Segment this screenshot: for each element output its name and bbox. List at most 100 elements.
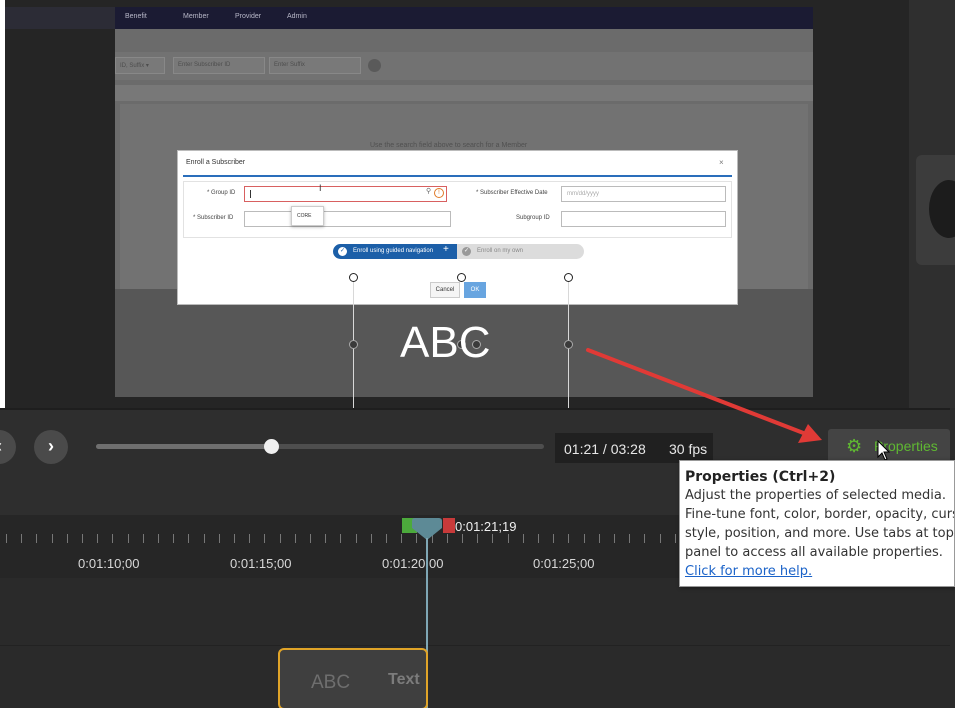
ruler-tick (280, 534, 281, 543)
recorded-subscriber-input: Enter Subscriber ID (173, 57, 265, 74)
ruler-tick (614, 534, 615, 543)
effective-date-label: * Subscriber Effective Date (476, 190, 548, 196)
time-display: 01:21 / 03:28 (555, 433, 665, 463)
ruler-tick (660, 534, 661, 543)
ruler-tick (249, 534, 250, 543)
subscriber-id-input[interactable] (244, 211, 451, 227)
recorded-hint: Use the search field above to search for… (370, 142, 528, 149)
guided-navigation-toggle[interactable]: Enroll using guided navigation (333, 244, 457, 259)
effective-date-input[interactable]: mm/dd/yyyy (561, 186, 726, 202)
ruler-tick (188, 534, 189, 543)
ruler-tick (36, 534, 37, 543)
scrubber-progress (96, 444, 271, 449)
ruler-tick (325, 534, 326, 543)
ruler-tick (234, 534, 235, 543)
group-id-input[interactable] (244, 186, 447, 202)
ruler-tick (128, 534, 129, 543)
dialog-title: Enroll a Subscriber (186, 159, 246, 166)
canvas-text-caption[interactable]: ABC (400, 318, 490, 368)
ruler-tick (584, 534, 585, 543)
mouse-cursor-icon (877, 440, 891, 461)
plus-icon: + (443, 244, 449, 255)
recorded-nav-item: Admin (287, 13, 307, 20)
ruler-tick (52, 534, 53, 543)
dialog-divider (183, 175, 732, 177)
check-icon: ✓ (338, 247, 347, 256)
fps-display: 30 fps (665, 433, 713, 463)
group-dropdown-option[interactable]: CORE (291, 206, 324, 226)
ruler-tick (219, 534, 220, 543)
ruler-tick (264, 534, 265, 543)
enroll-dialog: Enroll a Subscriber × * Group ID I ⚲ ! *… (177, 150, 738, 305)
tooltip-line: Adjust the properties of selected media. (685, 488, 947, 503)
subscriber-id-label: * Subscriber ID (193, 215, 234, 221)
ruler-tick (340, 534, 341, 543)
recorded-filter-select: ID, Suffix ▾ (115, 57, 165, 74)
enroll-own-toggle[interactable]: Enroll on my own (457, 244, 584, 259)
clip-type-label: Text (388, 671, 420, 688)
ibeam-cursor-icon: I (319, 183, 322, 193)
ok-button[interactable]: OK (464, 282, 486, 298)
recorded-go-icon (368, 59, 381, 72)
ruler-tick (644, 534, 645, 543)
resize-handle[interactable] (457, 273, 466, 282)
timecode-label: 0:01:25;00 (533, 556, 595, 571)
group-id-label: * Group ID (207, 190, 236, 196)
ruler-tick (158, 534, 159, 543)
playhead-out-marker[interactable] (443, 518, 455, 533)
ruler-tick (97, 534, 98, 543)
next-icon[interactable]: › (34, 430, 68, 464)
ruler-tick (508, 534, 509, 543)
cancel-button[interactable]: Cancel (430, 282, 460, 298)
timecode-label: 0:01:15;00 (230, 556, 292, 571)
scrubber-thumb[interactable] (263, 439, 279, 454)
ruler-tick (204, 534, 205, 543)
resize-handle[interactable] (349, 273, 358, 282)
recorded-nav-item: Provider (235, 13, 262, 20)
playhead-time: 0:01:21;19 (455, 519, 517, 534)
ruler-tick (371, 534, 372, 543)
ruler-tick (523, 534, 524, 543)
recorded-navbar: Benefit Member Provider Admin (115, 7, 813, 29)
resize-handle[interactable] (564, 340, 573, 349)
check-icon: ✓ (462, 247, 471, 256)
gear-icon: ⚙ (846, 436, 863, 456)
clip-caption: ABC (311, 672, 351, 693)
ruler-tick (629, 534, 630, 543)
ruler-tick (538, 534, 539, 543)
ruler-tick (599, 534, 600, 543)
subgroup-id-input[interactable] (561, 211, 726, 227)
timeline-track[interactable] (0, 578, 950, 646)
ruler-tick (295, 534, 296, 543)
recorded-toolbar (115, 85, 813, 101)
ruler-tick (477, 534, 478, 543)
tooltip-title: Properties (Ctrl+2) (685, 469, 836, 485)
timeline-track[interactable] (0, 646, 950, 708)
ruler-tick (675, 534, 676, 543)
ruler-tick (356, 534, 357, 543)
text-caret (250, 190, 251, 198)
ruler-tick (21, 534, 22, 543)
ruler-tick (6, 534, 7, 543)
recorded-suffix-input: Enter Suffix (269, 57, 361, 74)
tooltip-line: panel to access all available properties… (685, 545, 943, 560)
timecode-label: 0:01:10;00 (78, 556, 140, 571)
ruler-tick (67, 534, 68, 543)
tooltip-line: style, position, and more. Use tabs at t… (685, 526, 955, 541)
close-icon[interactable]: × (719, 158, 724, 167)
resize-handle[interactable] (349, 340, 358, 349)
ruler-tick (492, 534, 493, 543)
resize-handle[interactable] (564, 273, 573, 282)
ruler-tick (462, 534, 463, 543)
subgroup-id-label: Subgroup ID (516, 215, 550, 221)
search-icon[interactable]: ⚲ (426, 187, 431, 195)
help-link[interactable]: Click for more help. (685, 562, 954, 581)
ruler-tick (82, 534, 83, 543)
playhead[interactable] (412, 518, 442, 540)
ruler-tick (310, 534, 311, 543)
timecode-label: 0:01:20;00 (382, 556, 444, 571)
ruler-tick (553, 534, 554, 543)
properties-tooltip: Properties (Ctrl+2) Adjust the propertie… (679, 460, 955, 587)
ruler-tick (173, 534, 174, 543)
warning-icon: ! (434, 188, 444, 198)
